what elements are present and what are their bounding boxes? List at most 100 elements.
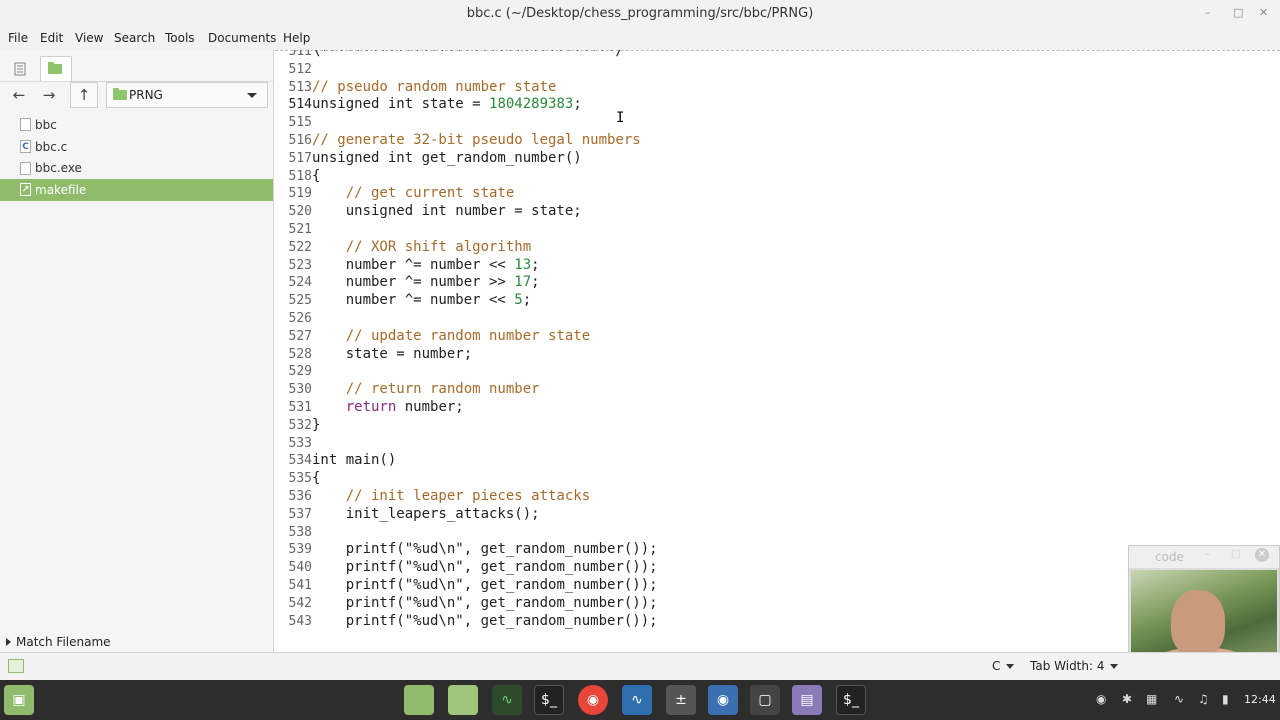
code-line[interactable]: 523 number ^= number << 13; [275,257,540,275]
code-ide-icon[interactable]: ∿ [622,685,652,715]
camera-icon[interactable]: ◉ [1096,692,1106,706]
code-line[interactable]: 532} [275,417,321,435]
file-item-bbc-exe[interactable]: bbc.exe [0,157,273,179]
match-filename-expander[interactable]: Match Filename [6,635,111,649]
maximize-icon[interactable]: □ [1231,549,1240,560]
documents-tab[interactable] [4,56,36,81]
code-token: // XOR shift algorithm [345,238,532,255]
file-browser-sidebar: ← → ↑ PRNG bbc C bbc.c bbc.exe ↗ makefil… [0,50,274,652]
terminal-icon[interactable]: $_ [534,685,564,715]
code-line[interactable]: 530 // return random number [275,381,540,399]
terminal-icon[interactable]: $_ [836,685,866,715]
back-arrow-icon[interactable]: ← [5,82,33,108]
sidebar-toggle-icon[interactable] [8,659,24,673]
code-line[interactable]: 543 printf("%ud\n", get_random_number())… [275,613,658,631]
code-line[interactable]: 541 printf("%ud\n", get_random_number())… [275,577,658,595]
code-line[interactable]: 517 unsigned int get_random_number() [275,150,582,168]
screenshot-icon[interactable]: ◉ [708,685,738,715]
line-source: // return random number [312,381,540,399]
system-monitor-icon[interactable]: ∿ [492,685,522,715]
line-number: 533 [288,435,312,451]
code-line[interactable]: 521 [275,221,312,239]
code-line[interactable]: 524 number ^= number >> 17; [275,274,540,292]
volume-icon[interactable]: ♫ [1198,692,1209,706]
tab-width-selector[interactable]: Tab Width: 4 [1030,659,1119,673]
code-line[interactable]: 535{ [275,470,321,488]
window-title: bbc.c (~/Desktop/chess_programming/src/b… [466,6,814,21]
forward-arrow-icon[interactable]: → [35,82,63,108]
bluetooth-icon[interactable]: ✱ [1122,692,1132,706]
line-source: unsigned int get_random_number() [312,150,582,168]
code-line[interactable]: 518{ [275,168,321,186]
code-line[interactable]: 515 [275,114,312,132]
code-line[interactable]: 520 unsigned int number = state; [275,203,582,221]
clock[interactable]: 12:44 [1244,693,1276,706]
code-line[interactable]: 511 \***********************************/ [275,50,624,61]
minimize-icon[interactable]: – [1205,6,1211,19]
code-line[interactable]: 522 // XOR shift algorithm [275,239,532,257]
file-item-makefile[interactable]: ↗ makefile [0,179,273,201]
window-icon[interactable]: ▢ [750,685,780,715]
menu-documents[interactable]: Documents [208,31,276,45]
text-editor-icon[interactable]: ▤ [792,685,822,715]
code-token: printf( [312,541,405,558]
webcam-titlebar[interactable]: code – □ ✕ [1129,546,1279,568]
chrome-icon[interactable]: ◉ [578,685,608,715]
line-source: init_leapers_attacks(); [312,506,540,524]
code-line[interactable]: 516// generate 32-bit pseudo legal numbe… [275,132,641,150]
line-number: 520 [288,204,312,220]
code-token: 13 [514,256,532,273]
code-line[interactable]: 519 // get current state [275,185,515,203]
file-browser-tab[interactable] [40,56,72,81]
show-desktop-icon[interactable] [404,685,434,715]
language-label: C [992,659,1001,673]
code-line[interactable]: 525 number ^= number << 5; [275,292,532,310]
battery-icon[interactable]: ▮ [1222,692,1229,706]
code-line[interactable]: 533 [275,435,312,453]
keyboard-layout-icon[interactable]: ▦ [1146,692,1157,706]
code-line[interactable]: 526 [275,310,312,328]
calculator-icon[interactable]: ± [666,685,696,715]
code-line[interactable]: 527 // update random number state [275,328,591,346]
close-icon[interactable]: ✕ [1255,548,1269,562]
menu-help[interactable]: Help [283,31,310,45]
file-name: makefile [35,182,87,197]
code-token: unsigned int get_random_number() [312,149,582,166]
code-line[interactable]: 536 // init leaper pieces attacks [275,488,591,506]
files-icon[interactable] [448,685,478,715]
menu-file[interactable]: File [8,31,28,45]
close-icon[interactable]: ✕ [1259,6,1268,19]
line-number: 541 [288,577,312,593]
line-number: 516 [288,132,312,148]
menu-edit[interactable]: Edit [40,31,63,45]
mint-menu-icon[interactable]: ▣ [4,685,34,715]
code-line[interactable]: 542 printf("%ud\n", get_random_number())… [275,595,658,613]
code-line[interactable]: 528 state = number; [275,346,473,364]
code-line[interactable]: 513// pseudo random number state [275,79,557,97]
up-arrow-icon[interactable]: ↑ [70,82,98,108]
code-line[interactable]: 512 [275,61,312,79]
code-line[interactable]: 539 printf("%ud\n", get_random_number())… [275,541,658,559]
wifi-icon[interactable]: ∿ [1174,692,1184,706]
code-line[interactable]: 537 init_leapers_attacks(); [275,506,540,524]
code-line[interactable]: 540 printf("%ud\n", get_random_number())… [275,559,658,577]
code-line[interactable]: 514 unsigned int state = 1804289383; [275,96,582,114]
code-line[interactable]: 529 [275,363,312,381]
folder-selector[interactable]: PRNG [106,82,268,108]
file-item-bbc-c[interactable]: C bbc.c [0,136,273,158]
menu-tools[interactable]: Tools [165,31,195,45]
language-selector[interactable]: C [992,659,1015,673]
maximize-icon[interactable]: □ [1233,6,1243,19]
minimize-icon[interactable]: – [1205,549,1210,560]
menu-view[interactable]: View [75,31,103,45]
code-token: 5 [514,292,523,309]
code-line[interactable]: 534 int main() [275,452,397,470]
line-number: 523 [288,257,312,273]
code-token: int main() [312,452,397,469]
file-item-bbc[interactable]: bbc [0,114,273,136]
code-line[interactable]: 538 [275,524,312,542]
code-line[interactable]: 531 return number; [275,399,464,417]
line-number: 513 [288,79,312,95]
menu-search[interactable]: Search [114,31,155,45]
